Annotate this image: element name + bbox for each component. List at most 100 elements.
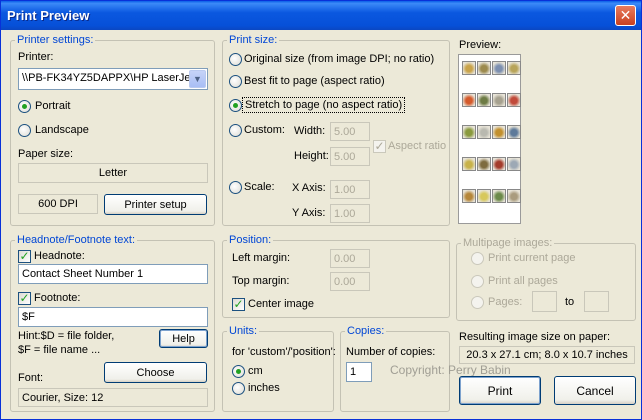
aspect-ratio-checkbox[interactable]: ✓ (373, 140, 386, 153)
preview-thumbnail (462, 61, 476, 75)
headnote-footnote-legend: Headnote/Footnote text: (17, 234, 136, 246)
preview-thumbnail (507, 61, 521, 75)
footnote-input[interactable]: $F (18, 307, 208, 327)
best-fit-label: Best fit to page (aspect ratio) (244, 75, 385, 87)
landscape-label: Landscape (35, 124, 89, 136)
preview-thumbnail (477, 93, 491, 107)
multipage-legend: Multipage images: (463, 237, 553, 249)
print-button[interactable]: Print (459, 376, 541, 405)
original-size-radio[interactable] (229, 53, 242, 66)
top-margin-label: Top margin: (232, 275, 290, 287)
custom-label: Custom: (244, 124, 285, 136)
pages-to-label: to (565, 296, 575, 308)
paper-size-value: Letter (18, 163, 208, 183)
preview-thumbnail (507, 93, 521, 107)
font-value: Courier, Size: 12 (18, 388, 208, 407)
left-margin-input[interactable]: 0.00 (330, 249, 370, 268)
scale-label: Scale: (244, 181, 275, 193)
position-legend: Position: (229, 234, 272, 246)
print-current-page-label: Print current page (488, 252, 576, 264)
font-label: Font: (18, 372, 44, 384)
height-input[interactable]: 5.00 (330, 147, 370, 166)
preview-thumbnail (492, 189, 506, 203)
units-legend: Units: (229, 325, 258, 337)
copies-input[interactable]: 1 (346, 362, 372, 382)
print-all-pages-label: Print all pages (488, 275, 558, 287)
preview-thumbnail (507, 189, 521, 203)
choose-font-button[interactable]: Choose (104, 362, 207, 383)
scale-radio[interactable] (229, 181, 242, 194)
footnote-checkbox[interactable]: ✓ (18, 292, 31, 305)
portrait-radio[interactable] (18, 100, 31, 113)
aspect-ratio-label: Aspect ratio (388, 140, 447, 152)
inches-label: inches (248, 382, 280, 394)
top-margin-input[interactable]: 0.00 (330, 272, 370, 291)
pages-to-input[interactable] (584, 291, 609, 312)
preview-thumbnail (462, 189, 476, 203)
printer-select[interactable]: \\PB-FK34YZ5DAPPX\HP LaserJe ▼ (18, 68, 208, 90)
preview-thumbnail (477, 189, 491, 203)
result-value: 20.3 x 27.1 cm; 8.0 x 10.7 inches (459, 346, 635, 364)
printer-label: Printer: (18, 51, 54, 63)
cancel-button[interactable]: Cancel (554, 376, 636, 405)
preview-thumbnail (477, 157, 491, 171)
portrait-label: Portrait (35, 100, 71, 112)
width-input[interactable]: 5.00 (330, 122, 370, 141)
left-margin-label: Left margin: (232, 252, 291, 264)
pages-range-label: Pages: (488, 296, 523, 308)
hint-line-1: Hint:$D = file folder, (18, 330, 115, 342)
xaxis-label: X Axis: (292, 182, 326, 194)
headnote-checkbox[interactable]: ✓ (18, 250, 31, 263)
pages-range-radio[interactable] (471, 296, 484, 309)
landscape-radio[interactable] (18, 124, 31, 137)
printer-setup-button[interactable]: Printer setup (104, 194, 207, 215)
yaxis-label: Y Axis: (292, 207, 326, 219)
yaxis-input[interactable]: 1.00 (330, 204, 370, 223)
print-all-pages-radio[interactable] (471, 275, 484, 288)
chevron-down-icon[interactable]: ▼ (189, 70, 206, 88)
center-image-label: Center image (248, 298, 315, 310)
print-size-legend: Print size: (229, 34, 278, 46)
preview-thumbnail (492, 61, 506, 75)
preview-thumbnail (462, 157, 476, 171)
preview-thumbnail (462, 125, 476, 139)
stretch-radio[interactable] (229, 99, 242, 112)
window-title: Print Preview (7, 8, 90, 23)
cm-label: cm (248, 365, 263, 377)
headnote-label: Headnote: (34, 250, 85, 262)
title-bar: Print Preview (1, 1, 641, 30)
preview-thumbnail (507, 125, 521, 139)
result-label: Resulting image size on paper: (459, 331, 611, 343)
preview-thumbnail (462, 93, 476, 107)
preview-thumbnail (492, 157, 506, 171)
pages-from-input[interactable] (532, 291, 557, 312)
preview-thumbnail (492, 125, 506, 139)
best-fit-radio[interactable] (229, 75, 242, 88)
inches-radio[interactable] (232, 382, 245, 395)
headnote-input[interactable]: Contact Sheet Number 1 (18, 264, 208, 284)
printer-settings-legend: Printer settings: (17, 34, 94, 46)
preview-thumbnail (507, 157, 521, 171)
footnote-label: Footnote: (34, 292, 81, 304)
copies-label: Number of copies: (346, 346, 436, 358)
print-current-page-radio[interactable] (471, 252, 484, 265)
custom-radio[interactable] (229, 124, 242, 137)
hint-line-2: $F = file name ... (18, 344, 101, 356)
print-preview-window: Print Preview ✕ Printer settings: Printe… (0, 0, 642, 420)
printer-select-value: \\PB-FK34YZ5DAPPX\HP LaserJe (22, 72, 190, 84)
preview-thumbnail (477, 125, 491, 139)
close-icon[interactable]: ✕ (615, 5, 636, 26)
copyright-watermark: Copyright: Perry Babin (390, 363, 511, 377)
preview-thumbnail (477, 61, 491, 75)
cm-radio[interactable] (232, 365, 245, 378)
units-hint: for 'custom'/'position': (232, 346, 336, 358)
height-label: Height: (294, 150, 329, 162)
center-image-checkbox[interactable]: ✓ (232, 298, 245, 311)
page-preview (458, 54, 521, 224)
width-label: Width: (294, 125, 326, 137)
preview-thumbnail (492, 93, 506, 107)
dpi-value: 600 DPI (18, 194, 98, 214)
copies-legend: Copies: (347, 325, 385, 337)
help-button[interactable]: Help (159, 329, 208, 348)
xaxis-input[interactable]: 1.00 (330, 180, 370, 199)
